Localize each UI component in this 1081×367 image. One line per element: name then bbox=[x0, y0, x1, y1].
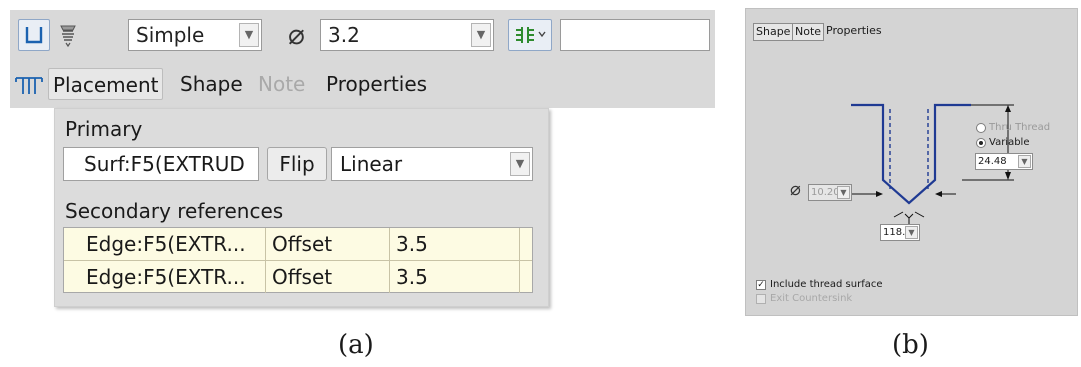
secondary-references-label: Secondary references bbox=[65, 199, 284, 223]
diameter-input[interactable]: 3.2 ▼ bbox=[320, 19, 494, 51]
thread-depth-select[interactable]: 24.48 ▼ bbox=[975, 153, 1033, 170]
placement-type-select[interactable]: Linear ▼ bbox=[331, 147, 533, 181]
flip-button[interactable]: Flip bbox=[267, 147, 327, 181]
exit-countersink-label: Exit Countersink bbox=[770, 293, 853, 304]
tab-properties[interactable]: Properties bbox=[322, 68, 431, 100]
ref-reference-cell[interactable]: Edge:F5(EXTR... bbox=[64, 261, 266, 293]
diameter-symbol: ⌀ bbox=[790, 179, 801, 200]
hole-shape-panel: Shape Note Properties ⌀ 10.20 ▼ 118.00 ▼… bbox=[745, 8, 1078, 316]
variable-radio[interactable] bbox=[976, 138, 986, 148]
chevron-down-icon[interactable]: ▼ bbox=[239, 23, 259, 47]
ref-type-cell[interactable]: Offset bbox=[266, 228, 390, 260]
hole-toolbar: Simple ▼ ⌀ 3.2 ▼ bbox=[10, 10, 715, 63]
chevron-down-icon[interactable]: ▼ bbox=[837, 186, 850, 199]
hole-profile-value: Simple bbox=[136, 23, 205, 47]
variable-label: Variable bbox=[989, 137, 1030, 148]
threaded-hole-icon bbox=[60, 25, 76, 48]
depth-value-input[interactable] bbox=[560, 19, 710, 51]
diameter-symbol: ⌀ bbox=[288, 18, 305, 51]
chevron-down-icon[interactable]: ▼ bbox=[510, 152, 530, 176]
hole-feature-icon bbox=[15, 77, 43, 94]
table-row[interactable]: Edge:F5(EXTR... Offset 3.5 bbox=[64, 228, 532, 260]
tab-placement[interactable]: Placement bbox=[48, 68, 164, 100]
dashboard-tabs: Placement Shape Note Properties bbox=[10, 62, 715, 108]
angle-select[interactable]: 118.00 ▼ bbox=[880, 224, 920, 241]
straight-hole-button[interactable] bbox=[18, 19, 50, 51]
thru-thread-label: Thru Thread bbox=[989, 122, 1051, 133]
table-row[interactable]: Edge:F5(EXTR... Offset 3.5 bbox=[64, 261, 532, 293]
primary-reference-collector[interactable]: Surf:F5(EXTRUD bbox=[63, 147, 259, 181]
chevron-down-icon[interactable]: ▼ bbox=[471, 23, 491, 47]
diameter-value: 3.2 bbox=[328, 23, 360, 47]
exit-countersink-checkbox[interactable] bbox=[756, 294, 766, 304]
chevron-down-icon[interactable]: ▼ bbox=[1018, 155, 1031, 168]
ref-value-cell[interactable]: 3.5 bbox=[390, 228, 520, 260]
hole-dashboard-panel: Simple ▼ ⌀ 3.2 ▼ Placement Shape Note Pr… bbox=[0, 0, 715, 315]
standard-hole-button[interactable] bbox=[52, 19, 84, 51]
primary-label: Primary bbox=[65, 117, 143, 141]
diameter-select[interactable]: 10.20 ▼ bbox=[808, 184, 852, 201]
depth-blind-icon bbox=[516, 27, 546, 43]
hole-profile-select[interactable]: Simple ▼ bbox=[128, 19, 262, 51]
tab-shape[interactable]: Shape bbox=[176, 68, 247, 100]
ref-value-cell[interactable]: 3.5 bbox=[390, 261, 520, 293]
placement-panel: Primary Surf:F5(EXTRUD Flip Linear ▼ Sec… bbox=[54, 108, 549, 307]
caption-a: (a) bbox=[338, 330, 374, 360]
chevron-down-icon[interactable]: ▼ bbox=[905, 226, 918, 239]
include-thread-label: Include thread surface bbox=[770, 279, 883, 290]
thru-thread-radio[interactable] bbox=[976, 123, 986, 133]
ref-reference-cell[interactable]: Edge:F5(EXTR... bbox=[64, 228, 266, 260]
include-thread-checkbox[interactable]: ✓ bbox=[756, 280, 766, 290]
tab-note[interactable]: Note bbox=[254, 68, 309, 100]
caption-b: (b) bbox=[892, 330, 929, 360]
depth-option-button[interactable] bbox=[508, 19, 552, 51]
secondary-references-table: Edge:F5(EXTR... Offset 3.5 Edge:F5(EXTR.… bbox=[63, 227, 533, 293]
ref-type-cell[interactable]: Offset bbox=[266, 261, 390, 293]
straight-hole-icon bbox=[25, 27, 43, 44]
